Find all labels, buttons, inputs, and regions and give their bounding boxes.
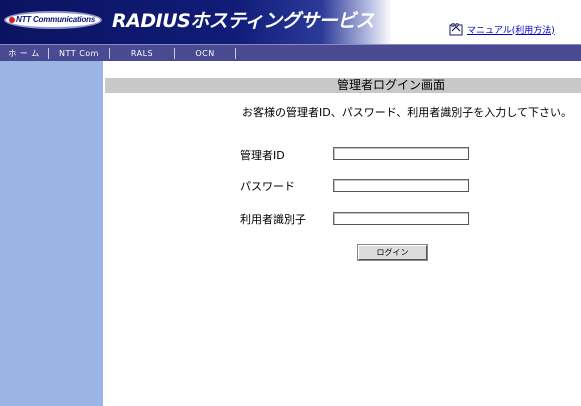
nav-item-ntt-com[interactable]: NTT Com bbox=[49, 47, 110, 59]
logo-text: NTT Communications bbox=[16, 15, 96, 24]
page-header: NTT Communications RADIUSホスティングサービス GO マ… bbox=[0, 0, 581, 44]
left-sidebar bbox=[0, 61, 103, 406]
main-content: 管理者ログイン画面 お客様の管理者ID、パスワード、利用者識別子を入力して下さい… bbox=[103, 61, 581, 406]
nav-item-ocn[interactable]: OCN bbox=[175, 47, 236, 59]
password-input[interactable] bbox=[333, 179, 469, 192]
brand-banner: NTT Communications RADIUSホスティングサービス bbox=[0, 0, 392, 44]
top-nav: ホ ー ム NTT Com RALS OCN bbox=[0, 44, 581, 61]
admin-id-input[interactable] bbox=[333, 147, 469, 160]
admin-id-label: 管理者ID bbox=[240, 149, 285, 162]
go-icon[interactable]: GO bbox=[449, 22, 463, 36]
password-label: パスワード bbox=[240, 180, 295, 193]
page-title: 管理者ログイン画面 bbox=[337, 78, 446, 92]
nav-item-rals[interactable]: RALS bbox=[110, 47, 175, 59]
instruction-text: お客様の管理者ID、パスワード、利用者識別子を入力して下さい。 bbox=[242, 106, 572, 119]
user-identifier-input[interactable] bbox=[333, 212, 469, 225]
page-title-bar: 管理者ログイン画面 bbox=[105, 78, 581, 93]
manual-link[interactable]: GO マニュアル(利用方法) bbox=[449, 22, 555, 36]
nav-item-home[interactable]: ホ ー ム bbox=[0, 47, 49, 59]
login-button[interactable]: ログイン bbox=[357, 244, 428, 261]
manual-link-text[interactable]: マニュアル(利用方法) bbox=[467, 23, 555, 36]
user-identifier-label: 利用者識別子 bbox=[240, 213, 306, 226]
ntt-communications-logo[interactable]: NTT Communications bbox=[4, 11, 102, 29]
go-icon-text: GO bbox=[451, 23, 459, 29]
service-title: RADIUSホスティングサービス bbox=[112, 10, 375, 32]
